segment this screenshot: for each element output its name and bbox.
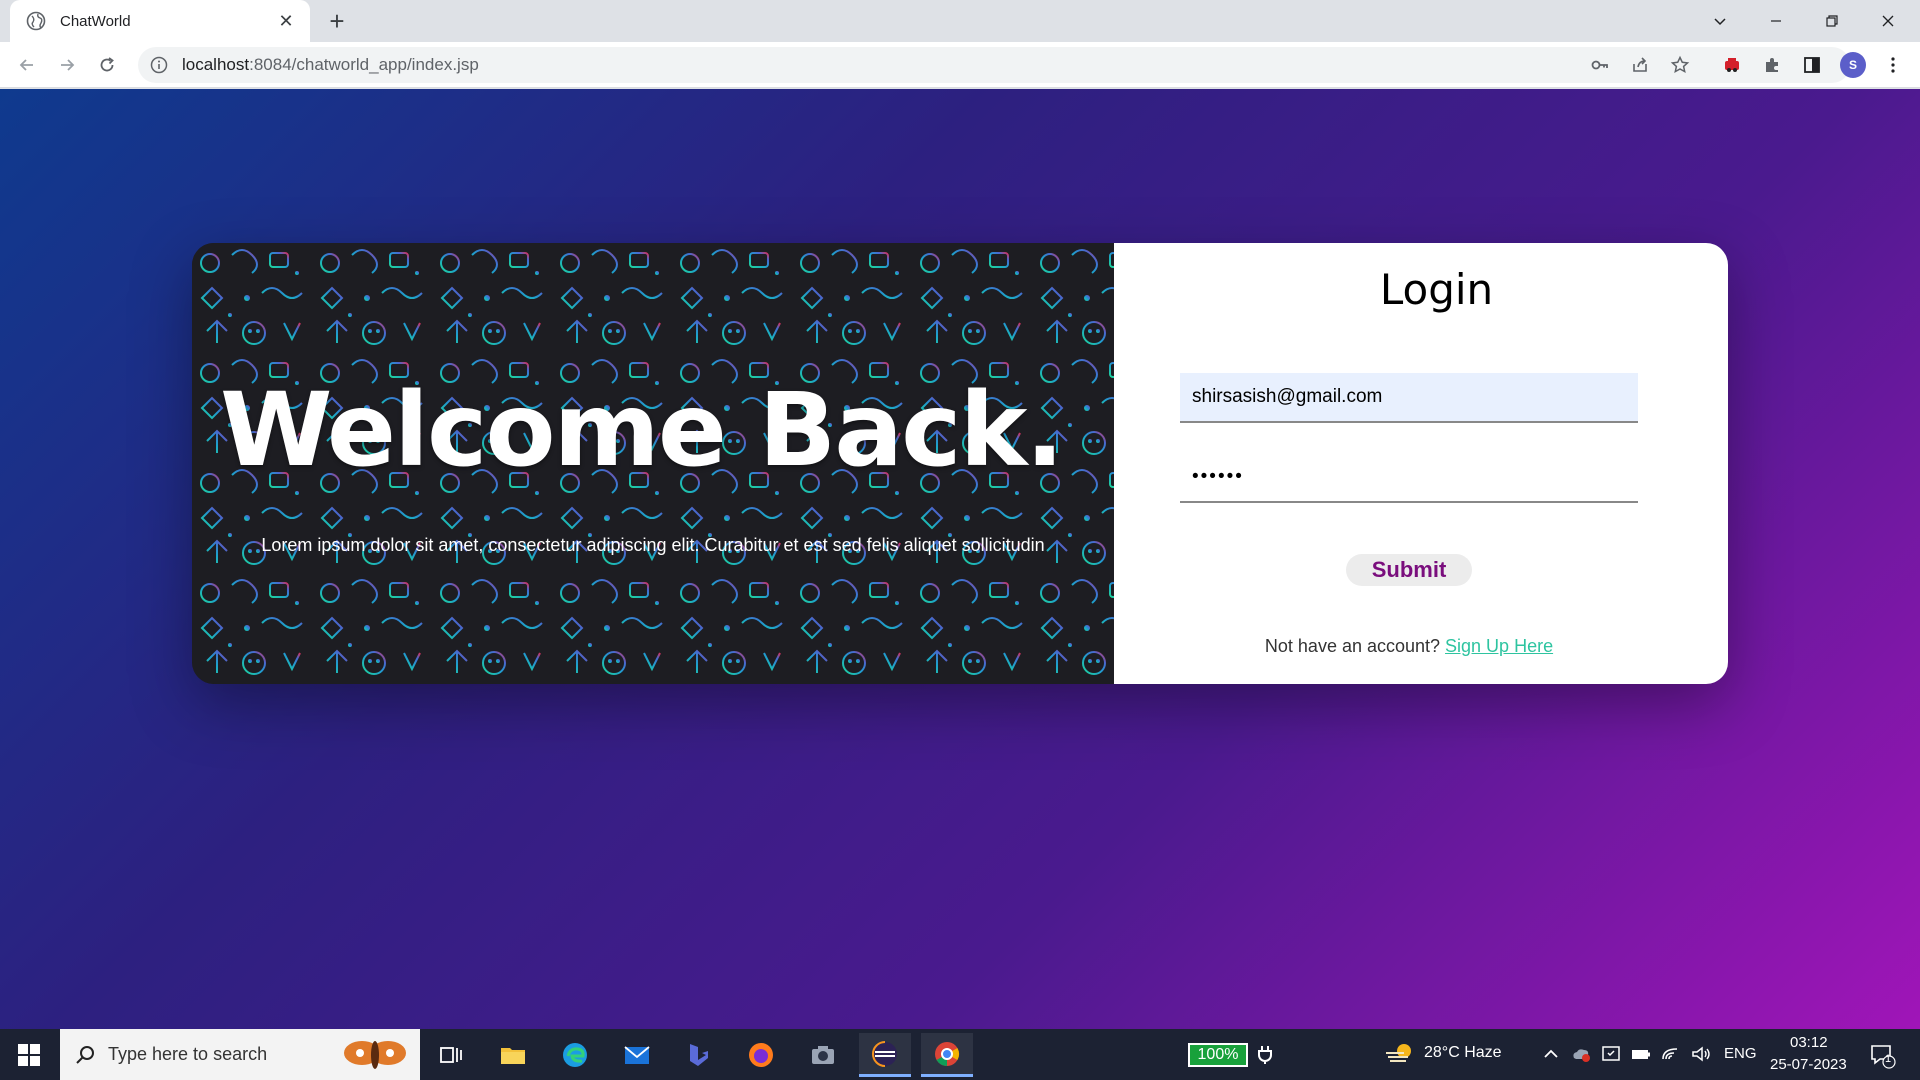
edge-browser-icon[interactable] (549, 1033, 601, 1077)
key-icon[interactable] (1582, 47, 1618, 83)
hero-subtext: Lorem ipsum dolor sit amet, consectetur … (261, 535, 1045, 555)
restore-button[interactable] (1804, 0, 1860, 42)
mail-icon[interactable] (611, 1033, 663, 1077)
forward-button[interactable] (52, 50, 82, 80)
back-button[interactable] (12, 50, 42, 80)
login-card: Welcome Back. Lorem ipsum dolor sit amet… (192, 243, 1728, 684)
browser-tab[interactable]: ChatWorld ✕ (10, 0, 310, 42)
search-highlight-moth-icon (344, 1041, 406, 1069)
bookmark-star-icon[interactable] (1662, 47, 1698, 83)
info-icon[interactable] (150, 56, 168, 74)
start-button[interactable] (0, 1029, 58, 1080)
battery-tray-icon[interactable] (1630, 1043, 1652, 1065)
task-view-icon[interactable] (424, 1033, 476, 1077)
url-host: localhost (182, 55, 250, 74)
arrow-left-icon (19, 59, 33, 71)
tab-strip: ChatWorld ✕ + (0, 0, 1920, 42)
search-placeholder: Type here to search (108, 1044, 268, 1064)
browser-toolbar: localhost:8084/chatworld_app/index.jsp S (0, 42, 1920, 88)
share-icon[interactable] (1622, 47, 1658, 83)
avatar: S (1840, 52, 1866, 78)
arrow-right-icon (61, 59, 75, 71)
file-explorer-icon[interactable] (487, 1033, 539, 1077)
password-field[interactable] (1180, 453, 1638, 503)
chevron-up-icon[interactable] (1540, 1043, 1562, 1065)
globe-icon (26, 11, 46, 31)
page-background: Welcome Back. Lorem ipsum dolor sit amet… (0, 89, 1920, 1029)
bing-chat-icon[interactable] (673, 1033, 725, 1077)
windows-logo-icon (18, 1043, 40, 1066)
submit-button[interactable]: Submit (1346, 554, 1472, 586)
close-window-button[interactable] (1860, 0, 1916, 42)
login-title: Login (1379, 265, 1494, 314)
language-indicator[interactable]: ENG (1724, 1045, 1757, 1062)
security-icon[interactable] (1600, 1043, 1622, 1065)
tab-search-icon[interactable] (1692, 0, 1748, 42)
notification-count: 1 (1885, 1053, 1892, 1065)
firefox-icon[interactable] (735, 1033, 787, 1077)
menu-kebab-icon[interactable] (1878, 50, 1908, 80)
search-icon (76, 1045, 94, 1064)
minimize-button[interactable] (1748, 0, 1804, 42)
extensions-puzzle-icon[interactable] (1757, 50, 1787, 80)
signup-link[interactable]: Sign Up Here (1445, 636, 1553, 656)
weather-haze-icon[interactable] (1384, 1041, 1416, 1067)
eclipse-ide-icon[interactable] (859, 1033, 911, 1077)
new-tab-button[interactable]: + (322, 6, 352, 36)
plug-icon (1258, 1046, 1272, 1064)
hero-panel: Welcome Back. Lorem ipsum dolor sit amet… (192, 243, 1114, 684)
url-path: :8084/chatworld_app/index.jsp (249, 55, 479, 74)
side-panel-icon[interactable] (1797, 50, 1827, 80)
login-panel: Login Submit Not have an account? Sign U… (1114, 243, 1728, 684)
battery-indicator[interactable]: 100% (1188, 1043, 1248, 1067)
clock-date[interactable]: 25-07-2023 (1770, 1056, 1847, 1073)
onedrive-error-icon[interactable] (1570, 1043, 1592, 1065)
signup-prompt: Not have an account? Sign Up Here (1114, 636, 1704, 657)
wifi-icon[interactable] (1660, 1043, 1682, 1065)
extension-red-icon[interactable] (1717, 50, 1747, 80)
tab-close-icon[interactable]: ✕ (276, 11, 296, 32)
taskbar-search[interactable]: Type here to search (60, 1029, 420, 1080)
windows-taskbar: Type here to search 100% 28°C Haze ENG 0… (0, 1029, 1920, 1080)
welcome-heading: Welcome Back. (220, 371, 1064, 490)
profile-avatar[interactable]: S (1838, 50, 1868, 80)
reload-icon (100, 57, 114, 72)
signup-prompt-text: Not have an account? (1264, 636, 1446, 656)
email-field[interactable] (1180, 373, 1638, 423)
reload-button[interactable] (92, 50, 122, 80)
camera-icon[interactable] (797, 1033, 849, 1077)
volume-icon[interactable] (1690, 1043, 1712, 1065)
clock-time[interactable]: 03:12 (1790, 1034, 1828, 1051)
weather-text[interactable]: 28°C Haze (1424, 1044, 1502, 1062)
address-bar[interactable]: localhost:8084/chatworld_app/index.jsp (138, 47, 1850, 83)
tab-title: ChatWorld (60, 12, 131, 30)
chrome-icon[interactable] (921, 1033, 973, 1077)
notification-center-icon[interactable] (1868, 1041, 1896, 1069)
